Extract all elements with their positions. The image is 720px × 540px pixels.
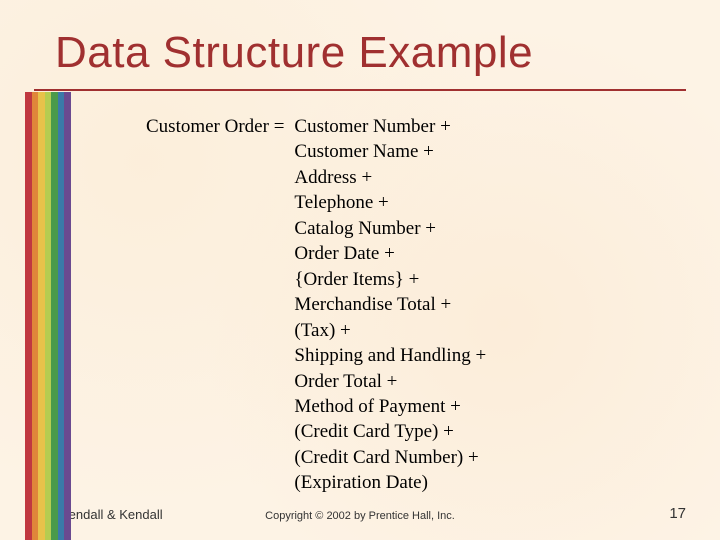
footer-authors: Kendall & Kendall: [60, 507, 163, 522]
footer-page-number: 17: [669, 505, 686, 522]
definition-lhs: Customer Order =: [146, 114, 294, 139]
definition-line: (Credit Card Type) +: [294, 419, 486, 444]
footer-copyright: Copyright © 2002 by Prentice Hall, Inc.: [265, 510, 455, 522]
definition-line: Order Total +: [294, 369, 486, 394]
definition-rhs: Customer Number + Customer Name + Addres…: [294, 114, 486, 496]
definition-line: Shipping and Handling +: [294, 343, 486, 368]
slide-title: Data Structure Example: [55, 28, 533, 78]
definition-line: Customer Number +: [294, 114, 486, 139]
definition-line: Address +: [294, 165, 486, 190]
rainbow-stripe: [25, 92, 71, 540]
definition-line: Customer Name +: [294, 139, 486, 164]
definition-line: Catalog Number +: [294, 216, 486, 241]
title-underline: [34, 89, 686, 91]
definition-line: (Tax) +: [294, 318, 486, 343]
definition-line: Merchandise Total +: [294, 292, 486, 317]
definition-line: Order Date +: [294, 241, 486, 266]
definition-line: {Order Items} +: [294, 267, 486, 292]
definition-line: Method of Payment +: [294, 394, 486, 419]
definition-line: (Credit Card Number) +: [294, 445, 486, 470]
data-structure-definition: Customer Order = Customer Number + Custo…: [146, 114, 486, 496]
definition-line: Telephone +: [294, 190, 486, 215]
definition-line: (Expiration Date): [294, 470, 486, 495]
